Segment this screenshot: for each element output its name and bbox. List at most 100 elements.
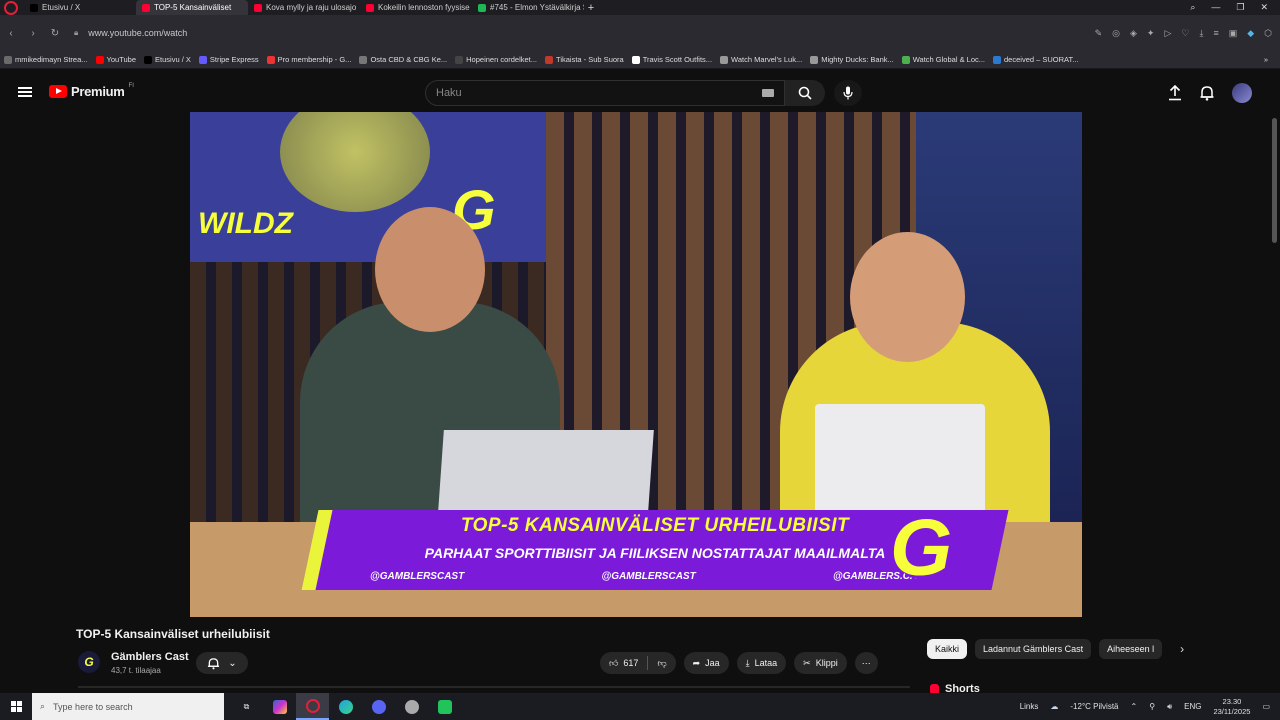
search-input[interactable]: Haku [425,80,785,106]
taskbar-app-copilot[interactable] [263,693,296,720]
bookmarks-overflow-icon[interactable]: » [1264,55,1280,64]
notification-center-icon[interactable]: ▭ [1262,702,1270,711]
copilot-icon [272,699,287,714]
extension-icon[interactable]: ✦ [1147,28,1155,39]
poster-face [280,112,430,212]
tab-favicon-icon [30,3,38,12]
taskbar-app-settings[interactable] [395,693,428,720]
bookmark-item[interactable]: Travis Scott Outfits... [628,55,716,64]
weather-icon[interactable]: ☁ [1050,702,1058,711]
taskbar-app-green[interactable] [428,693,461,720]
bookmark-label: Stripe Express [209,55,259,64]
tab-favicon-icon [142,3,150,12]
share-button[interactable]: ➦ Jaa [683,652,729,674]
channel-name[interactable]: Gämblers Cast [111,651,189,663]
task-view-button[interactable]: ⧉ [230,693,263,720]
chip-all[interactable]: Kaikki [927,639,968,659]
chevron-right-icon[interactable]: › [1180,642,1184,656]
page-scrollbar[interactable] [1272,118,1277,243]
browser-tab[interactable]: Etusivu / X [24,0,136,15]
forward-icon[interactable]: › [22,28,44,39]
menu-icon[interactable]: ≡ [1213,28,1218,39]
bookmark-item[interactable]: Pro membership - G... [263,55,356,64]
minimize-icon[interactable]: — [1211,2,1220,13]
weather-text[interactable]: -12°C Pilvistä [1070,702,1118,711]
network-icon[interactable]: ⚲ [1149,702,1155,711]
chip-related[interactable]: Aiheeseen l [1099,639,1163,659]
taskbar-app-edge[interactable] [329,693,362,720]
chip-uploaded-by[interactable]: Ladannut Gämblers Cast [975,639,1092,659]
notifications-bell-icon[interactable] [1200,85,1214,101]
thumbs-down-icon[interactable]: 👎︎ [657,658,666,669]
bookmark-favicon-icon [144,55,153,64]
taskbar-search-input[interactable]: ⌕ Type here to search [32,693,224,720]
youtube-play-icon [49,85,67,98]
download-button[interactable]: ⤓ Lataa [736,652,787,674]
instagram-handle: @GAMBLERSCAST [370,571,465,582]
shield-icon[interactable]: ◈ [1130,28,1137,39]
clip-button[interactable]: ✂ Klippi [794,652,847,674]
bookmark-item[interactable]: YouTube [92,55,140,64]
bookmark-item[interactable]: Hopeinen cordelket... [451,55,541,64]
bookmark-item[interactable]: Mighty Ducks: Bank... [806,55,898,64]
camera-icon[interactable]: ◎ [1112,28,1120,39]
host-left-head [375,207,485,332]
lock-icon[interactable]: 🔒︎ [74,28,78,38]
youtube-premium-logo[interactable]: Premium FI [49,83,134,99]
browser-tab[interactable]: Kova mylly ja raju ulosajo [248,0,360,15]
menu-icon[interactable] [18,87,32,97]
bookmark-item[interactable]: Watch Marvel's Luk... [716,55,806,64]
browser-tab[interactable]: #745 - Elmon Ystävälkirja S [472,0,584,15]
avatar[interactable] [1232,83,1252,103]
bookmark-item[interactable]: Stripe Express [195,55,263,64]
language-indicator[interactable]: ENG [1184,702,1201,711]
edit-icon[interactable]: ✎ [1095,28,1103,39]
speaker-icon[interactable]: 🔊︎ [1167,702,1172,712]
start-button[interactable] [0,701,32,712]
like-count: 617 [623,658,639,668]
bookmark-item[interactable]: deceived – SUORAT... [989,55,1082,64]
bookmark-item[interactable]: mmikedimayn Strea... [0,55,92,64]
reload-icon[interactable]: ↻ [44,28,66,39]
taskbar-app-opera[interactable] [296,693,329,720]
voice-search-button[interactable] [834,80,862,106]
bookmark-item[interactable]: Watch Global & Loc... [898,55,989,64]
new-tab-button[interactable]: + [584,2,598,14]
bell-icon [208,657,220,669]
video-player[interactable]: WILDZ G TOP-5 KANSAINVÄLISET URHEILUBIIS… [190,112,1082,617]
links-toolbar[interactable]: Links [1020,702,1039,711]
taskbar-app-chat[interactable] [362,693,395,720]
bookmark-item[interactable]: Etusivu / X [140,55,195,64]
bookmark-item[interactable]: Osta CBD & CBG Ke... [355,55,451,64]
opera-icon[interactable] [4,0,18,15]
browser-tab[interactable]: Kokeilin lennoston fyysise [360,0,472,15]
close-icon[interactable]: ✕ [1260,2,1268,13]
bookmark-item[interactable]: Tikaista - Sub Suora [541,55,628,64]
clock[interactable]: 23.30 23/11/2025 [1213,697,1250,717]
subscription-bell-button[interactable]: ⌄ [196,652,248,674]
upload-icon[interactable] [1168,85,1182,101]
opera-icon [305,698,320,713]
restore-icon[interactable]: ❐ [1236,2,1244,13]
search-tabs-icon[interactable]: ⌕ [1190,2,1195,13]
tray-overflow-icon[interactable]: ⌃ [1131,702,1138,711]
url-field[interactable]: www.youtube.com/watch [88,28,187,38]
back-icon[interactable]: ‹ [0,28,22,39]
download-icon[interactable]: ⤓ [1199,28,1203,39]
poster-text: WILDZ [198,207,293,240]
play-icon[interactable]: ▷ [1164,28,1171,39]
settings-icon[interactable]: ⬡ [1264,28,1272,39]
browser-tab[interactable]: TOP-5 Kansainväliset [136,0,248,15]
wallet-icon[interactable]: ▣ [1229,28,1238,39]
header-actions [1168,83,1252,103]
channel-avatar[interactable]: G [78,651,100,673]
microphone-icon [843,86,853,100]
like-button[interactable]: 👍︎ 617 👎︎ [600,652,676,674]
keyboard-icon[interactable] [762,89,774,97]
aria-icon[interactable]: ◆ [1247,28,1254,39]
search-button[interactable] [785,80,825,106]
chat-icon [371,699,386,714]
heart-icon[interactable]: ♡ [1181,28,1189,39]
bookmark-label: mmikedimayn Strea... [15,55,88,64]
more-actions-button[interactable]: ⋯ [854,652,878,674]
